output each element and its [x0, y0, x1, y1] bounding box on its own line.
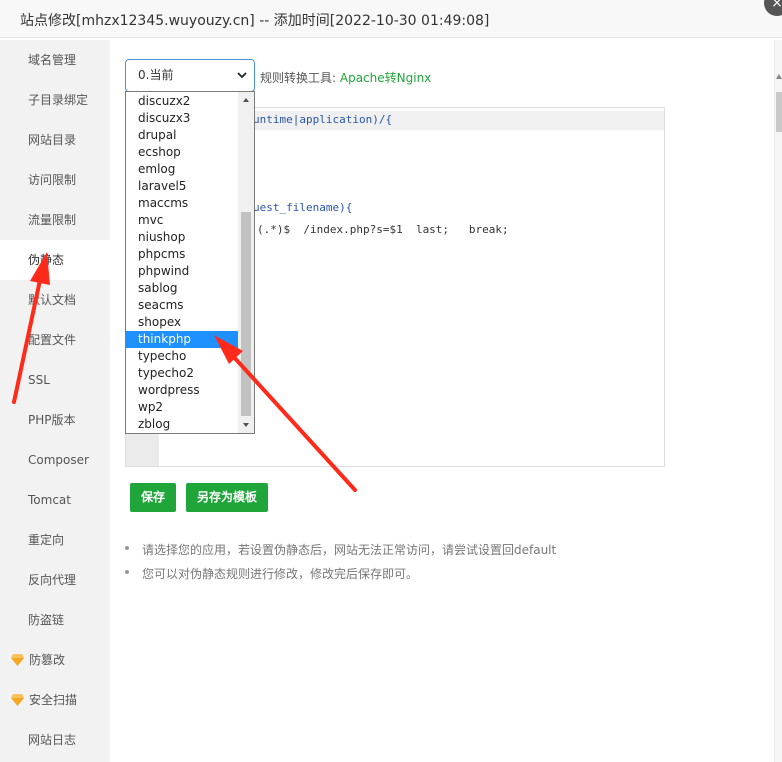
option-sablog[interactable]: sablog: [126, 280, 238, 297]
title-bar: 站点修改[mhzx12345.wuyouzy.cn] -- 添加时间[2022-…: [0, 0, 782, 38]
sidebar-item-tamper-proof[interactable]: 防篡改: [0, 640, 110, 680]
option-typecho2[interactable]: typecho2: [126, 365, 238, 382]
sidebar-item-label: 反向代理: [28, 573, 77, 587]
option-mvc[interactable]: mvc: [126, 212, 238, 229]
sidebar-item-php-version[interactable]: PHP版本: [0, 400, 110, 440]
code-line: uest_filename){: [253, 201, 353, 214]
sidebar-item-ssl[interactable]: SSL: [0, 360, 110, 400]
sidebar-item-label: 域名管理: [28, 53, 77, 67]
sidebar-item-tomcat[interactable]: Tomcat: [0, 480, 110, 520]
sidebar: 域名管理 子目录绑定 网站目录 访问限制 流量限制 伪静态 默认文档 配置文件 …: [0, 40, 110, 762]
option-laravel5[interactable]: laravel5: [126, 178, 238, 195]
option-niushop[interactable]: niushop: [126, 229, 238, 246]
sidebar-item-label: 防盗链: [28, 613, 65, 627]
sidebar-item-default-doc[interactable]: 默认文档: [0, 280, 110, 320]
sidebar-item-label: Tomcat: [28, 493, 71, 507]
save-as-template-button[interactable]: 另存为模板: [186, 483, 268, 512]
sidebar-item-label: 配置文件: [28, 333, 77, 347]
sidebar-item-label: 防篡改: [29, 653, 66, 667]
option-emlog[interactable]: emlog: [126, 161, 238, 178]
sidebar-item-label: 访问限制: [28, 173, 77, 187]
sidebar-item-label: 子目录绑定: [28, 93, 89, 107]
scrollbar-thumb[interactable]: [241, 212, 251, 416]
option-seacms[interactable]: seacms: [126, 297, 238, 314]
option-zblog[interactable]: zblog: [126, 416, 238, 433]
sidebar-item-domain[interactable]: 域名管理: [0, 40, 110, 80]
scroll-down-icon[interactable]: [243, 423, 249, 427]
sidebar-item-reverse-proxy[interactable]: 反向代理: [0, 560, 110, 600]
tool-label: 规则转换工具:: [260, 71, 337, 85]
chevron-down-icon: [237, 72, 247, 79]
code-line: untime|application)/{: [253, 113, 393, 126]
sidebar-item-label: PHP版本: [28, 413, 76, 427]
code-line: (.*)$ /index.php?s=$1 last; break;: [257, 223, 509, 236]
window-title: 站点修改[mhzx12345.wuyouzy.cn] -- 添加时间[2022-…: [20, 13, 490, 29]
sidebar-item-site-dir[interactable]: 网站目录: [0, 120, 110, 160]
apache-to-nginx-link[interactable]: Apache转Nginx: [340, 71, 431, 85]
scroll-up-icon[interactable]: [776, 74, 782, 79]
sidebar-item-label: 流量限制: [28, 213, 77, 227]
sidebar-item-traffic-limit[interactable]: 流量限制: [0, 200, 110, 240]
option-shopex[interactable]: shopex: [126, 314, 238, 331]
option-drupal[interactable]: drupal: [126, 127, 238, 144]
option-ecshop[interactable]: ecshop: [126, 144, 238, 161]
option-phpcms[interactable]: phpcms: [126, 246, 238, 263]
rule-convert-tool: 规则转换工具: Apache转Nginx: [260, 69, 431, 86]
option-typecho[interactable]: typecho: [126, 348, 238, 365]
sidebar-item-label: 重定向: [28, 533, 65, 547]
rewrite-template-select[interactable]: 0.当前: [125, 59, 255, 92]
option-wp2[interactable]: wp2: [126, 399, 238, 416]
sidebar-item-label: 网站目录: [28, 133, 77, 147]
sidebar-item-label: 网站日志: [28, 733, 77, 747]
sidebar-item-rewrite[interactable]: 伪静态: [0, 240, 110, 280]
dropdown-scrollbar[interactable]: [238, 92, 254, 433]
sidebar-item-subdir[interactable]: 子目录绑定: [0, 80, 110, 120]
close-icon[interactable]: ×: [764, 0, 782, 16]
diamond-icon: [11, 654, 24, 666]
option-wordpress[interactable]: wordpress: [126, 382, 238, 399]
option-maccms[interactable]: maccms: [126, 195, 238, 212]
sidebar-item-site-log[interactable]: 网站日志: [0, 720, 110, 760]
tip-item: 您可以对伪静态规则进行修改，修改完后保存即可。: [125, 565, 725, 589]
sidebar-item-config-file[interactable]: 配置文件: [0, 320, 110, 360]
template-dropdown-list[interactable]: discuzx2 discuzx3 drupal ecshop emlog la…: [125, 91, 255, 434]
sidebar-item-redirect[interactable]: 重定向: [0, 520, 110, 560]
sidebar-item-label: SSL: [28, 373, 50, 387]
sidebar-item-label: 默认文档: [28, 293, 77, 307]
page-scrollbar[interactable]: [774, 40, 782, 762]
sidebar-item-hotlink[interactable]: 防盗链: [0, 600, 110, 640]
tips-list: 请选择您的应用，若设置伪静态后，网站无法正常访问，请尝试设置回default 您…: [125, 541, 725, 589]
sidebar-item-label: 伪静态: [28, 253, 65, 267]
sidebar-item-label: 安全扫描: [29, 693, 78, 707]
select-value: 0.当前: [138, 68, 174, 82]
scroll-up-icon[interactable]: [243, 98, 249, 102]
sidebar-item-security-scan[interactable]: 安全扫描: [0, 680, 110, 720]
option-discuzx2[interactable]: discuzx2: [126, 93, 238, 110]
diamond-icon: [11, 694, 24, 706]
tip-item: 请选择您的应用，若设置伪静态后，网站无法正常访问，请尝试设置回default: [125, 541, 725, 565]
option-thinkphp[interactable]: thinkphp: [126, 331, 238, 348]
sidebar-item-access-limit[interactable]: 访问限制: [0, 160, 110, 200]
save-button[interactable]: 保存: [130, 483, 176, 512]
sidebar-item-label: Composer: [28, 453, 89, 467]
sidebar-item-composer[interactable]: Composer: [0, 440, 110, 480]
option-discuzx3[interactable]: discuzx3: [126, 110, 238, 127]
scrollbar-thumb[interactable]: [776, 92, 782, 132]
option-phpwind[interactable]: phpwind: [126, 263, 238, 280]
